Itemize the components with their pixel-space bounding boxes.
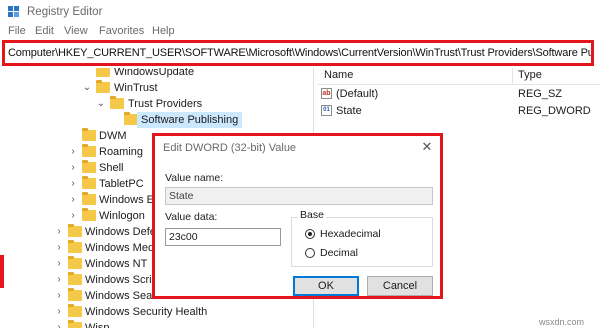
column-header-name[interactable]: Name — [324, 69, 353, 81]
folder-icon — [68, 240, 82, 253]
edit-dword-dialog: Edit DWORD (32-bit) Value ✕ Value name: … — [152, 133, 443, 299]
folder-icon — [124, 112, 138, 125]
chevron-right-icon[interactable]: › — [54, 240, 64, 256]
chevron-right-icon[interactable]: › — [68, 144, 78, 160]
menu-bar: File Edit View Favorites Help — [0, 24, 600, 38]
menu-favorites[interactable]: Favorites — [99, 24, 144, 38]
folder-icon — [82, 176, 96, 189]
value-data-input[interactable]: 23c00 — [165, 228, 281, 246]
value-type: REG_SZ — [518, 88, 563, 100]
menu-help[interactable]: Help — [152, 24, 175, 38]
chevron-right-icon[interactable]: › — [68, 176, 78, 192]
binary-value-icon: 01 — [321, 105, 332, 116]
address-path: Computer\HKEY_CURRENT_USER\SOFTWARE\Micr… — [8, 47, 594, 59]
folder-icon — [96, 80, 110, 93]
base-group — [291, 217, 433, 267]
chevron-right-icon[interactable]: › — [68, 192, 78, 208]
close-icon[interactable]: ✕ — [420, 139, 434, 155]
menu-view[interactable]: View — [64, 24, 88, 38]
dialog-title: Edit DWORD (32-bit) Value — [163, 142, 297, 154]
string-value-icon: ab — [321, 88, 332, 99]
address-bar[interactable]: Computer\HKEY_CURRENT_USER\SOFTWARE\Micr… — [2, 40, 594, 66]
value-name: State — [336, 105, 362, 117]
folder-icon — [68, 224, 82, 237]
folder-icon — [82, 128, 96, 141]
value-name: (Default) — [336, 88, 379, 100]
chevron-right-icon[interactable]: › — [54, 272, 64, 288]
folder-icon — [68, 288, 82, 301]
folder-icon — [68, 304, 82, 317]
folder-icon — [82, 208, 96, 221]
value-type: REG_DWORD — [518, 105, 591, 117]
ok-button[interactable]: OK — [293, 276, 359, 296]
registry-editor-icon — [8, 6, 19, 17]
base-label: Base — [298, 209, 326, 221]
list-item[interactable]: ab (Default) REG_SZ — [318, 86, 600, 102]
folder-icon — [96, 68, 110, 77]
chevron-right-icon[interactable]: › — [54, 304, 64, 320]
window-title: Registry Editor — [27, 6, 103, 18]
radio-unchecked-icon[interactable] — [305, 248, 315, 258]
value-name-field: State — [165, 187, 433, 205]
folder-icon — [82, 192, 96, 205]
column-header-type[interactable]: Type — [518, 69, 542, 81]
folder-icon — [68, 272, 82, 285]
column-divider[interactable] — [512, 68, 513, 84]
menu-edit[interactable]: Edit — [35, 24, 54, 38]
menu-file[interactable]: File — [8, 24, 26, 38]
left-edge-marker — [0, 255, 4, 288]
chevron-right-icon[interactable]: › — [54, 224, 64, 240]
folder-icon — [82, 144, 96, 157]
folder-icon — [68, 256, 82, 269]
title-bar: Registry Editor — [0, 0, 600, 24]
chevron-right-icon[interactable]: › — [54, 320, 64, 328]
folder-icon — [110, 96, 124, 109]
list-item[interactable]: 01 State REG_DWORD — [318, 103, 600, 119]
watermark: wsxdn.com — [539, 317, 585, 327]
radio-checked-icon[interactable] — [305, 229, 315, 239]
chevron-down-icon[interactable]: ⌄ — [82, 80, 92, 96]
chevron-right-icon[interactable]: › — [54, 288, 64, 304]
folder-icon — [68, 320, 82, 328]
value-data-label: Value data: — [165, 211, 218, 223]
chevron-right-icon[interactable]: › — [68, 208, 78, 224]
value-name-label: Value name: — [165, 172, 224, 184]
list-header: Name Type — [318, 68, 600, 85]
chevron-down-icon[interactable]: ⌄ — [96, 96, 106, 112]
chevron-right-icon[interactable]: › — [68, 160, 78, 176]
folder-icon — [82, 160, 96, 173]
chevron-right-icon[interactable]: › — [54, 256, 64, 272]
cancel-button[interactable]: Cancel — [367, 276, 433, 296]
